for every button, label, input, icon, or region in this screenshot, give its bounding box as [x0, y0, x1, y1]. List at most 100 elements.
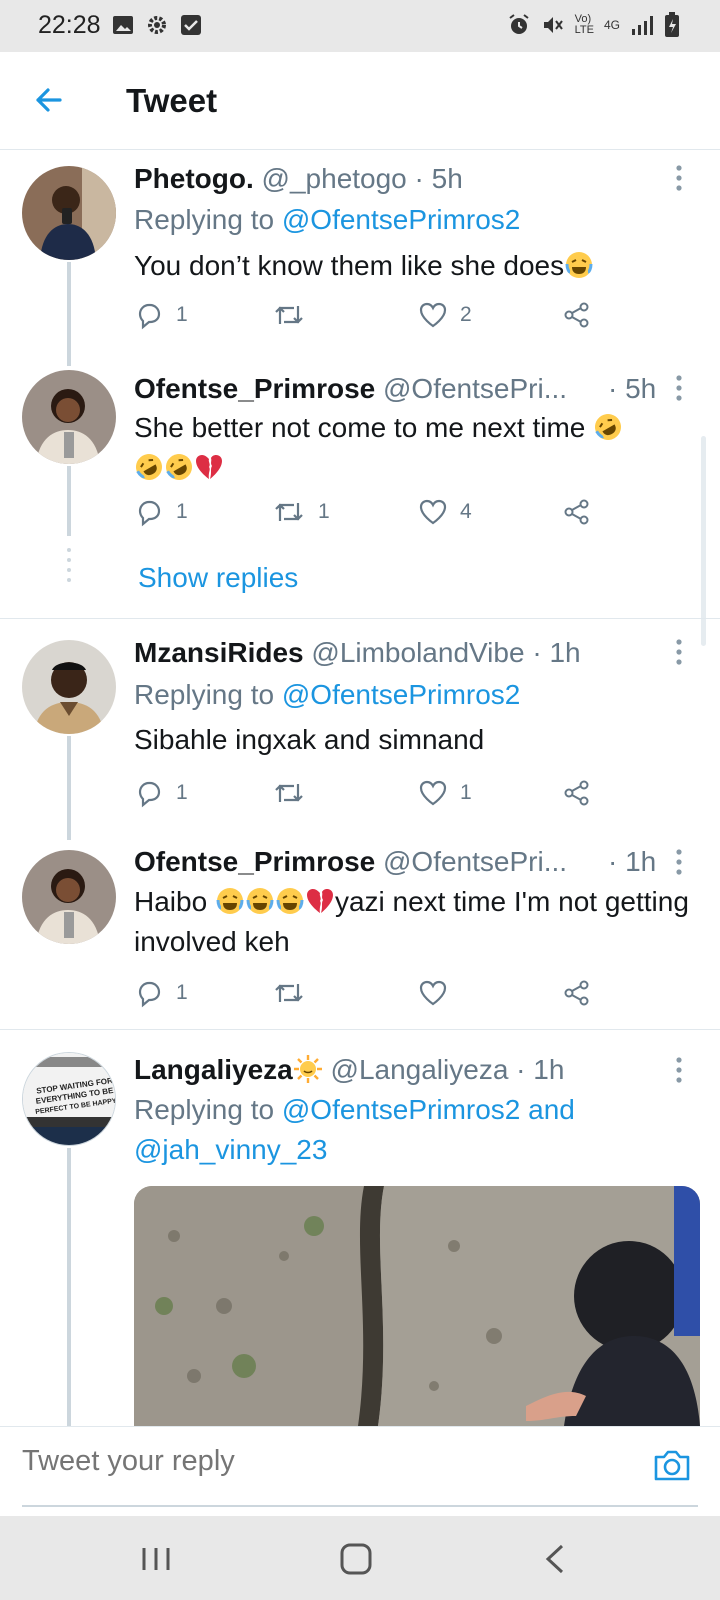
- timestamp: · 1h: [532, 637, 581, 668]
- camera-icon[interactable]: [652, 1447, 692, 1483]
- tweet-header: Ofentse_Primrose @OfentsePri...: [134, 845, 567, 879]
- image-icon: [113, 16, 133, 34]
- reply-action[interactable]: 1: [134, 978, 188, 1008]
- avatar[interactable]: [22, 640, 116, 734]
- mention-link[interactable]: @jah_vinny_23: [134, 1134, 327, 1165]
- handle[interactable]: @OfentsePri...: [383, 846, 567, 877]
- status-bar: 22:28 Vo) LTE 4G: [0, 0, 720, 52]
- handle[interactable]: @Langaliyeza: [331, 1054, 509, 1085]
- tweet-text: You don’t know them like she does: [134, 246, 694, 286]
- heart-icon: [419, 780, 447, 806]
- handle[interactable]: @OfentsePri...: [383, 373, 567, 404]
- retweet-icon: [275, 984, 303, 1002]
- share-icon: [564, 780, 589, 806]
- joy-emoji-icon: [246, 888, 274, 914]
- tweet-text: Haibo yazi next time I'm not getting inv…: [134, 886, 689, 957]
- mention-link[interactable]: @OfentsePrimros2: [282, 204, 521, 235]
- back-arrow-icon[interactable]: [30, 82, 66, 118]
- thread-line: [67, 466, 71, 536]
- rofl-emoji-icon: [136, 454, 162, 480]
- share-action[interactable]: [562, 300, 592, 330]
- share-action[interactable]: [562, 778, 592, 808]
- replying-to: Replying to @OfentsePrimros2: [134, 679, 521, 710]
- broken-heart-emoji-icon: [306, 889, 333, 913]
- battery-icon: [665, 12, 679, 37]
- retweet-icon: [275, 503, 303, 521]
- tweet-actions: 1 1 4: [134, 497, 614, 531]
- avatar[interactable]: [22, 850, 116, 944]
- retweet-action[interactable]: 1: [272, 497, 330, 527]
- status-left-icons: [112, 14, 202, 36]
- display-name[interactable]: Langaliyeza: [134, 1054, 293, 1085]
- retweet-action[interactable]: [272, 978, 318, 1008]
- replying-to: Replying to @OfentsePrimros2: [134, 204, 521, 235]
- 4g-icon: 4G: [603, 18, 620, 32]
- divider: [0, 1029, 720, 1030]
- retweet-action[interactable]: [272, 778, 318, 808]
- like-action[interactable]: 2: [418, 300, 472, 330]
- handle[interactable]: @_phetogo: [262, 163, 407, 194]
- signal-icon: [632, 16, 653, 35]
- heart-icon: [419, 980, 447, 1006]
- gear-icon: [148, 16, 166, 34]
- joy-emoji-icon: [276, 888, 304, 914]
- retweet-icon: [275, 784, 303, 802]
- reply-action[interactable]: 1: [134, 497, 188, 527]
- tweet-media[interactable]: [134, 1186, 700, 1426]
- more-options-icon[interactable]: [674, 1056, 684, 1084]
- back-button[interactable]: [536, 1542, 576, 1576]
- like-action[interactable]: 1: [418, 778, 472, 808]
- show-replies-link[interactable]: Show replies: [138, 562, 298, 594]
- display-name[interactable]: Phetogo.: [134, 163, 254, 194]
- display-name[interactable]: Ofentse_Primrose: [134, 373, 375, 404]
- page-title: Tweet: [126, 82, 218, 119]
- rofl-emoji-icon: [166, 454, 192, 480]
- mention-link[interactable]: @OfentsePrimros2: [282, 679, 521, 710]
- joy-emoji-icon: [216, 888, 244, 914]
- avatar[interactable]: [22, 166, 116, 260]
- thread-line: [67, 736, 71, 840]
- tweet-text: Sibahle ingxak and simnand: [134, 724, 485, 755]
- avatar[interactable]: STOP WAITING FOR EVERYTHING TO BE PERFEC…: [22, 1052, 116, 1146]
- app-header: Tweet: [0, 52, 720, 150]
- more-options-icon[interactable]: [674, 848, 684, 876]
- thread-dots: [67, 548, 71, 582]
- reply-action[interactable]: 1: [134, 300, 188, 330]
- more-options-icon[interactable]: [674, 638, 684, 666]
- scroll-indicator[interactable]: [701, 436, 706, 646]
- avatar[interactable]: [22, 370, 116, 464]
- display-name[interactable]: MzansiRides: [134, 637, 304, 668]
- recents-button[interactable]: [136, 1542, 176, 1576]
- mention-link[interactable]: @OfentsePrimros2 and: [282, 1094, 575, 1125]
- handle[interactable]: @LimbolandVibe: [311, 637, 524, 668]
- tweet-header: Ofentse_Primrose @OfentsePri...: [134, 372, 567, 406]
- tweet-actions: 1 2: [134, 300, 614, 334]
- volte-icon: Vo) LTE: [574, 13, 594, 36]
- reply-input[interactable]: [22, 1445, 562, 1478]
- home-button[interactable]: [336, 1542, 376, 1576]
- tweet-header: MzansiRides @LimbolandVibe · 1h: [134, 636, 581, 670]
- reply-icon: [138, 981, 161, 1008]
- reply-icon: [138, 500, 161, 527]
- divider: [0, 618, 720, 619]
- reply-action[interactable]: 1: [134, 778, 188, 808]
- like-action[interactable]: [418, 978, 460, 1008]
- display-name[interactable]: Ofentse_Primrose: [134, 846, 375, 877]
- mute-icon: [543, 17, 563, 33]
- share-action[interactable]: [562, 497, 592, 527]
- more-options-icon[interactable]: [674, 374, 684, 402]
- share-icon: [564, 302, 589, 328]
- alarm-icon: [509, 14, 529, 34]
- thread-line: [67, 1148, 71, 1426]
- share-icon: [564, 980, 589, 1006]
- reply-icon: [138, 781, 161, 808]
- retweet-action[interactable]: [272, 300, 318, 330]
- sun-emoji-icon: [293, 1055, 322, 1083]
- more-options-icon[interactable]: [674, 164, 684, 192]
- share-action[interactable]: [562, 978, 592, 1008]
- heart-icon: [419, 302, 447, 328]
- system-nav-bar: [0, 1516, 720, 1600]
- status-right-icons: Vo) LTE 4G: [507, 12, 680, 38]
- reply-icon: [138, 303, 161, 330]
- like-action[interactable]: 4: [418, 497, 472, 527]
